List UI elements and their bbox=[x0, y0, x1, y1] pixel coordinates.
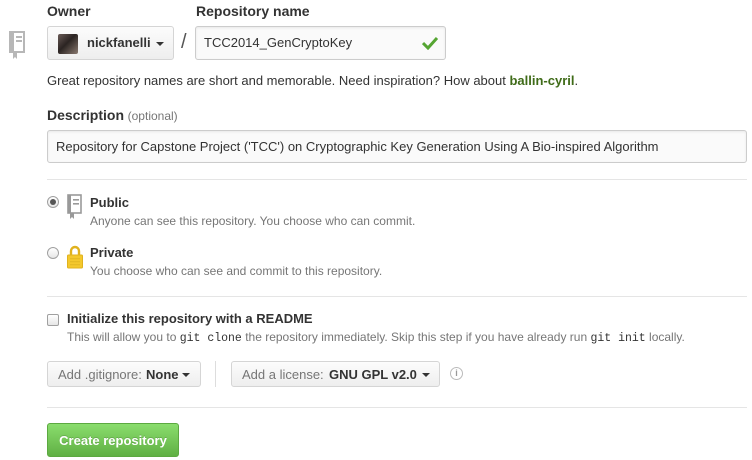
owner-avatar bbox=[58, 34, 78, 54]
lock-icon bbox=[66, 244, 84, 273]
public-repo-icon bbox=[66, 194, 84, 223]
readme-code-1: git clone bbox=[179, 332, 242, 345]
description-label: Description bbox=[47, 107, 125, 123]
chevron-down-icon bbox=[156, 42, 164, 46]
license-value: GNU GPL v2.0 bbox=[329, 367, 417, 382]
public-title[interactable]: Public bbox=[90, 195, 129, 210]
repo-name-label: Repository name bbox=[196, 3, 310, 19]
repo-book-icon bbox=[8, 30, 28, 63]
readme-desc-2: the repository immediately. Skip this st… bbox=[245, 330, 588, 344]
owner-username: nickfanelli bbox=[87, 35, 151, 50]
private-desc: You choose who can see and commit to thi… bbox=[90, 264, 383, 278]
public-desc: Anyone can see this repository. You choo… bbox=[90, 214, 416, 228]
description-optional: (optional) bbox=[127, 109, 178, 123]
name-suggestion-link[interactable]: ballin-cyril bbox=[509, 73, 574, 88]
readme-desc-1: This will allow you to bbox=[67, 330, 177, 344]
create-repository-button[interactable]: Create repository bbox=[47, 423, 179, 457]
chevron-down-icon bbox=[182, 373, 190, 377]
info-icon-glyph: i bbox=[455, 368, 458, 378]
dropdown-separator bbox=[215, 361, 216, 387]
gitignore-select[interactable]: Add .gitignore: None bbox=[47, 361, 201, 387]
gitignore-prefix: Add .gitignore: bbox=[58, 367, 142, 382]
private-title[interactable]: Private bbox=[90, 245, 133, 260]
divider-3 bbox=[47, 407, 747, 408]
check-icon bbox=[422, 36, 438, 50]
description-label-row: Description (optional) bbox=[47, 107, 178, 123]
description-value: Repository for Capstone Project ('TCC') … bbox=[56, 139, 659, 154]
readme-code-2: git init bbox=[590, 332, 646, 345]
hint-text: Great repository names are short and mem… bbox=[47, 73, 506, 88]
gitignore-value: None bbox=[146, 367, 179, 382]
readme-desc-3: locally. bbox=[649, 330, 685, 344]
owner-repo-separator: / bbox=[181, 31, 187, 53]
owner-label: Owner bbox=[47, 3, 91, 19]
private-radio[interactable] bbox=[47, 247, 59, 259]
description-input[interactable]: Repository for Capstone Project ('TCC') … bbox=[47, 130, 747, 163]
repo-name-input[interactable]: TCC2014_GenCryptoKey bbox=[195, 26, 446, 60]
license-prefix: Add a license: bbox=[242, 367, 324, 382]
repo-name-value: TCC2014_GenCryptoKey bbox=[204, 35, 353, 50]
divider-2 bbox=[47, 296, 747, 297]
readme-title[interactable]: Initialize this repository with a README bbox=[67, 311, 313, 326]
info-icon[interactable]: i bbox=[450, 367, 463, 380]
readme-desc: This will allow you to git clone the rep… bbox=[67, 330, 685, 345]
chevron-down-icon bbox=[422, 373, 430, 377]
public-radio[interactable] bbox=[47, 196, 59, 208]
owner-select[interactable]: nickfanelli bbox=[47, 26, 174, 60]
license-select[interactable]: Add a license: GNU GPL v2.0 bbox=[231, 361, 440, 387]
divider-1 bbox=[47, 179, 747, 180]
hint-end: . bbox=[574, 73, 579, 88]
readme-checkbox[interactable] bbox=[47, 314, 59, 326]
repo-name-hint: Great repository names are short and mem… bbox=[47, 73, 578, 88]
